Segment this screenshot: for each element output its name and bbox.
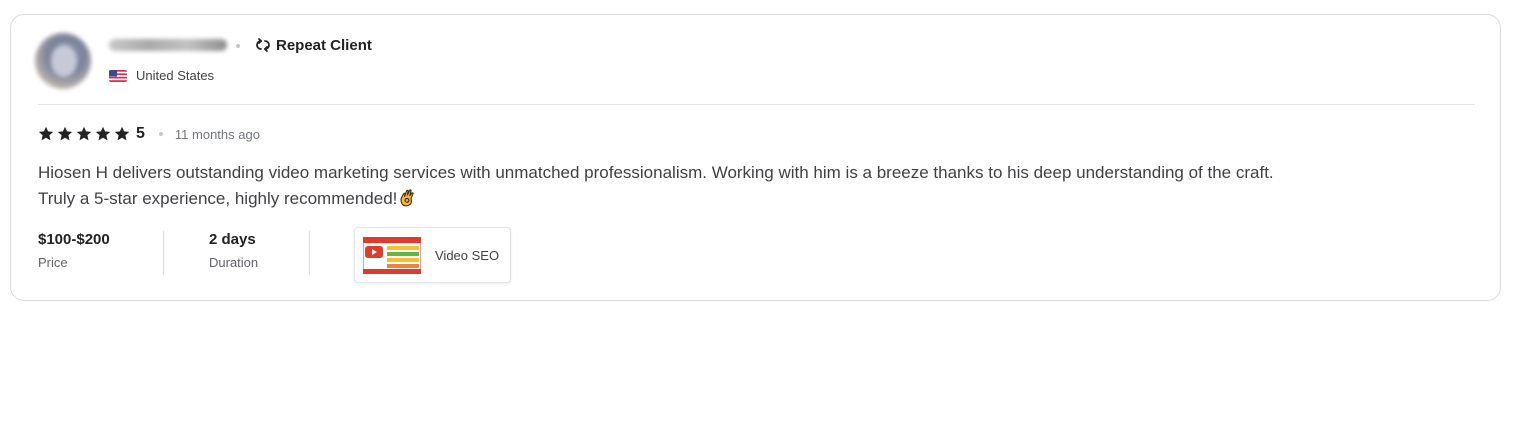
us-flag-icon <box>109 69 127 82</box>
repeat-client-label: Repeat Client <box>276 36 372 54</box>
price-info: $100-$200 Price <box>38 231 164 275</box>
duration-value: 2 days <box>209 231 256 248</box>
ok-hand-emoji-icon <box>400 189 415 207</box>
star-icon <box>38 126 54 141</box>
star-icon <box>114 126 130 141</box>
gig-title[interactable]: Video SEO <box>435 248 499 263</box>
review-body: Hiosen H delivers outstanding video mark… <box>38 160 1278 212</box>
repeat-client-badge: Repeat Client <box>254 36 372 54</box>
review-card: Repeat Client United States 5 11 months … <box>10 14 1501 301</box>
star-icon <box>57 126 73 141</box>
header-divider <box>38 104 1475 105</box>
avatar-face <box>51 45 77 77</box>
review-time: 11 months ago <box>174 126 260 142</box>
reviewer-avatar[interactable] <box>35 33 91 89</box>
duration-label: Duration <box>209 255 259 270</box>
review-text: Hiosen H delivers outstanding video mark… <box>38 163 1274 208</box>
star-icon <box>76 126 92 141</box>
separator-dot <box>236 44 240 48</box>
repeat-client-icon <box>256 38 270 52</box>
reviewer-country: United States <box>109 68 214 83</box>
gig-thumbnail[interactable] <box>363 236 421 274</box>
star-icon <box>95 126 111 141</box>
price-label: Price <box>38 255 68 270</box>
rating-row: 5 11 months ago <box>38 123 260 145</box>
price-value: $100-$200 <box>38 231 110 248</box>
star-rating <box>38 126 130 142</box>
rating-value: 5 <box>136 125 145 142</box>
duration-info: 2 days Duration <box>164 231 310 275</box>
reviewer-name-redacted[interactable] <box>109 39 227 51</box>
country-name: United States <box>136 68 215 83</box>
gig-card[interactable]: Video SEO <box>354 227 511 283</box>
separator-dot <box>158 132 163 136</box>
order-meta: $100-$200 Price 2 days Duration Video SE… <box>38 227 511 283</box>
reviewer-header: Repeat Client United States <box>11 15 1500 105</box>
